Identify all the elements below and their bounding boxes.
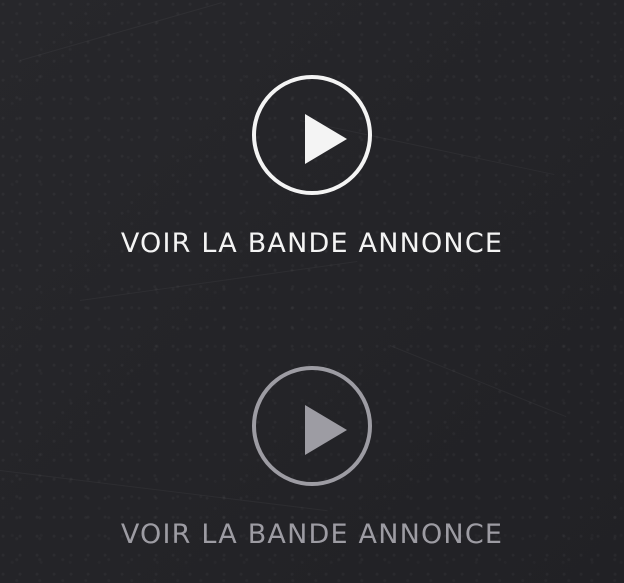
play-button-circle[interactable]	[252, 366, 372, 486]
background-texture-line	[19, 2, 223, 61]
trailer-panel: VOIR LA BANDE ANNONCE VOIR LA BANDE ANNO…	[0, 0, 624, 583]
play-button-circle[interactable]	[252, 75, 372, 195]
watch-trailer-button[interactable]: VOIR LA BANDE ANNONCE	[0, 75, 624, 259]
play-icon	[305, 114, 347, 164]
background-texture-line	[79, 261, 358, 301]
watch-trailer-label[interactable]: VOIR LA BANDE ANNONCE	[0, 229, 624, 259]
watch-trailer-label[interactable]: VOIR LA BANDE ANNONCE	[0, 520, 624, 550]
watch-trailer-button-hover[interactable]: VOIR LA BANDE ANNONCE	[0, 366, 624, 550]
play-icon	[305, 405, 347, 455]
